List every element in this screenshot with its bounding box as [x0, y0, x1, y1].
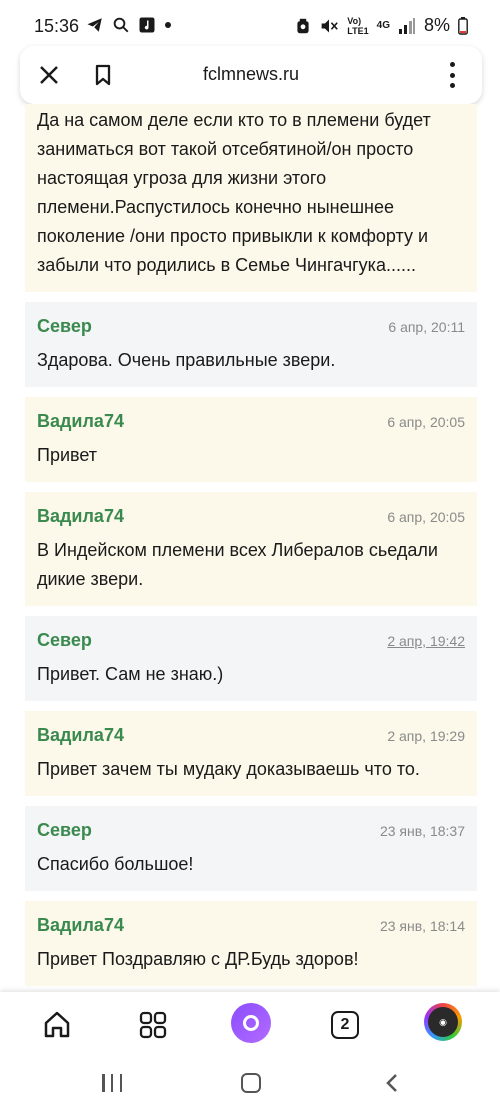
message-author[interactable]: Вадила74: [37, 725, 124, 746]
home-circle-icon[interactable]: [241, 1073, 261, 1093]
message-author[interactable]: Вадила74: [37, 915, 124, 936]
message-item: Вадила74 6 апр, 20:05 В Индейском племен…: [25, 492, 477, 606]
message-item: Север 23 янв, 18:37 Спасибо большое!: [25, 806, 477, 891]
message-date: 6 апр, 20:05: [387, 414, 465, 430]
battery-percent: 8%: [423, 15, 450, 35]
home-icon: [44, 1011, 70, 1038]
browser-url-bar: fclmnews.ru: [20, 46, 482, 104]
music-app-icon: [139, 17, 155, 33]
message-item: Север 2 апр, 19:42 Привет. Сам не знаю.): [25, 616, 477, 701]
message-date-link[interactable]: 2 апр, 19:42: [387, 633, 465, 649]
message-date: 6 апр, 20:11: [388, 319, 465, 335]
alice-assistant-icon[interactable]: [231, 1003, 271, 1043]
browser-bottom-nav: 2 ◉: [0, 992, 500, 1058]
profile-avatar-icon[interactable]: ◉: [424, 1003, 462, 1041]
message-text: Привет Поздравляю с ДР.Будь здоров!: [37, 949, 359, 969]
message-text: Привет зачем ты мудаку доказываешь что т…: [37, 759, 420, 779]
message-item: Вадила74 6 апр, 20:05 Привет: [25, 397, 477, 482]
message-text: Привет. Сам не знаю.): [37, 664, 224, 684]
message-text: В Индейском племени всех Либералов сьеда…: [37, 540, 438, 589]
network-vo-label: Vo): [347, 15, 362, 26]
status-time: 15:36: [34, 16, 80, 36]
message-feed[interactable]: Да на самом деле если кто то в племени б…: [0, 104, 500, 992]
message-item: Вадила74 23 янв, 18:14 Привет Поздравляю…: [25, 901, 477, 986]
dot-icon: [165, 22, 171, 28]
battery-icon: [458, 16, 468, 35]
more-menu-icon[interactable]: [442, 60, 462, 90]
message-text: Привет: [37, 445, 98, 465]
system-nav-bar: [0, 1058, 500, 1112]
search-icon: [113, 17, 129, 33]
message-date: 23 янв, 18:37: [379, 823, 465, 839]
mute-icon: [321, 18, 339, 33]
message-author[interactable]: Вадила74: [37, 411, 124, 432]
message-list: Да на самом деле если кто то в племени б…: [25, 104, 477, 992]
apps-button[interactable]: [136, 1008, 170, 1042]
apps-grid-icon: [139, 1011, 167, 1039]
status-bar: 15:36 Vo) LTE1 4G 8%: [0, 0, 500, 52]
message-text: Да на самом деле если кто то в племени б…: [37, 110, 431, 275]
url-domain[interactable]: fclmnews.ru: [130, 64, 372, 85]
network-lte-label: LTE1: [347, 25, 369, 36]
message-text: Здарова. Очень правильные звери.: [37, 350, 336, 370]
message-item: Да на самом деле если кто то в племени б…: [25, 104, 477, 292]
message-item: Вадила74 2 апр, 19:29 Привет зачем ты му…: [25, 711, 477, 796]
status-right-icons: Vo) LTE1 4G 8%: [295, 15, 468, 36]
tabs-counter-icon: 2: [331, 1011, 359, 1039]
recents-icon[interactable]: [102, 1074, 122, 1092]
telegram-icon: [87, 18, 102, 32]
message-author[interactable]: Вадила74: [37, 506, 124, 527]
message-date: 6 апр, 20:05: [387, 509, 465, 525]
message-author[interactable]: Север: [37, 630, 92, 651]
message-date: 2 апр, 19:29: [387, 728, 465, 744]
network-labels: Vo) LTE1: [347, 16, 368, 36]
message-author[interactable]: Север: [37, 316, 92, 337]
close-icon[interactable]: [36, 62, 62, 88]
bookmark-icon[interactable]: [90, 62, 116, 88]
home-button[interactable]: [40, 1008, 74, 1042]
tabs-button[interactable]: 2: [328, 1008, 362, 1042]
message-date: 23 янв, 18:14: [379, 918, 465, 934]
status-left-icons: [86, 16, 172, 34]
network-4g-label: 4G: [376, 20, 390, 31]
message-item: Север 6 апр, 20:11 Здарова. Очень правил…: [25, 302, 477, 387]
avatar-image: ◉: [428, 1007, 458, 1037]
message-text: Спасибо большое!: [37, 854, 194, 874]
alarm-icon: [297, 18, 309, 33]
message-author[interactable]: Север: [37, 820, 92, 841]
signal-icon: [398, 17, 415, 34]
back-icon[interactable]: [382, 1072, 402, 1094]
